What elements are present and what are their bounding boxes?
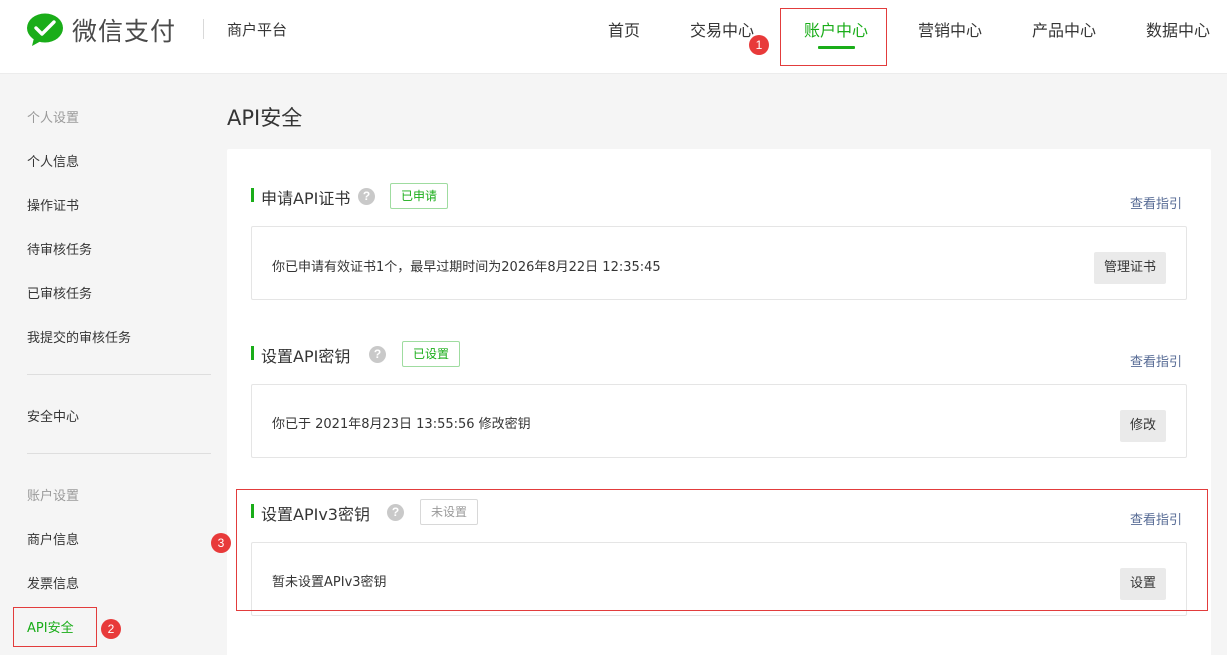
api-key-info: 你已于 2021年8月23日 13:55:56 修改密钥 xyxy=(272,417,531,432)
sidebar-item-pending-tasks[interactable]: 待审核任务 xyxy=(27,239,92,258)
annotation-box-apiv3 xyxy=(236,489,1208,611)
api-cert-panel: 你已申请有效证书1个，最早过期时间为2026年8月22日 12:35:45 管理… xyxy=(251,226,1187,300)
status-badge-applied: 已申请 xyxy=(390,183,449,209)
nav-home[interactable]: 首页 xyxy=(608,17,640,41)
api-cert-info: 你已申请有效证书1个，最早过期时间为2026年8月22日 12:35:45 xyxy=(272,260,661,275)
sidebar-item-submitted-tasks[interactable]: 我提交的审核任务 xyxy=(27,327,131,346)
sidebar-group-account: 账户设置 xyxy=(27,489,80,504)
platform-name: 商户平台 xyxy=(227,21,288,39)
view-guide-link[interactable]: 查看指引 xyxy=(1130,193,1182,212)
top-header: 微信支付 商户平台 首页 交易中心 账户中心 营销中心 产品中心 数据中心 xyxy=(0,0,1227,74)
nav-marketing[interactable]: 营销中心 xyxy=(918,17,982,41)
nav-data[interactable]: 数据中心 xyxy=(1146,17,1210,41)
nav-transactions[interactable]: 交易中心 xyxy=(690,17,754,41)
help-icon[interactable]: ? xyxy=(358,188,375,205)
section-title-api-cert: 申请API证书 xyxy=(261,189,351,208)
sidebar-divider xyxy=(27,453,211,454)
brand-name: 微信支付 xyxy=(72,17,177,46)
logo-divider xyxy=(203,19,204,39)
status-badge-set: 已设置 xyxy=(402,341,461,367)
sidebar-item-merchant-info[interactable]: 商户信息 xyxy=(27,529,79,548)
api-key-panel: 你已于 2021年8月23日 13:55:56 修改密钥 修改 xyxy=(251,384,1187,458)
section-accent-bar xyxy=(251,346,254,360)
annotation-marker-3: 3 xyxy=(211,533,231,553)
sidebar-item-reviewed-tasks[interactable]: 已审核任务 xyxy=(27,283,92,302)
annotation-box-sidebar xyxy=(13,607,97,647)
view-guide-link[interactable]: 查看指引 xyxy=(1130,351,1182,370)
modify-key-button[interactable]: 修改 xyxy=(1119,410,1166,442)
wechat-pay-logo[interactable]: 微信支付 xyxy=(26,12,176,48)
page-title: API安全 xyxy=(227,106,303,130)
sidebar-item-personal-info[interactable]: 个人信息 xyxy=(27,151,79,170)
sidebar-item-certificate[interactable]: 操作证书 xyxy=(27,195,79,214)
section-accent-bar xyxy=(251,188,254,202)
annotation-box-nav xyxy=(780,8,887,66)
sidebar-divider xyxy=(27,374,211,375)
annotation-marker-2: 2 xyxy=(101,619,121,639)
manage-certificate-button[interactable]: 管理证书 xyxy=(1093,252,1166,284)
sidebar-group-personal: 个人设置 xyxy=(27,111,80,126)
help-icon[interactable]: ? xyxy=(369,346,386,363)
annotation-marker-1: 1 xyxy=(749,35,769,55)
section-title-api-key: 设置API密钥 xyxy=(261,347,351,366)
nav-products[interactable]: 产品中心 xyxy=(1032,17,1096,41)
sidebar-item-security-center[interactable]: 安全中心 xyxy=(27,406,79,425)
wechat-pay-logo-icon xyxy=(26,13,64,47)
sidebar-item-invoice-info[interactable]: 发票信息 xyxy=(27,573,79,592)
